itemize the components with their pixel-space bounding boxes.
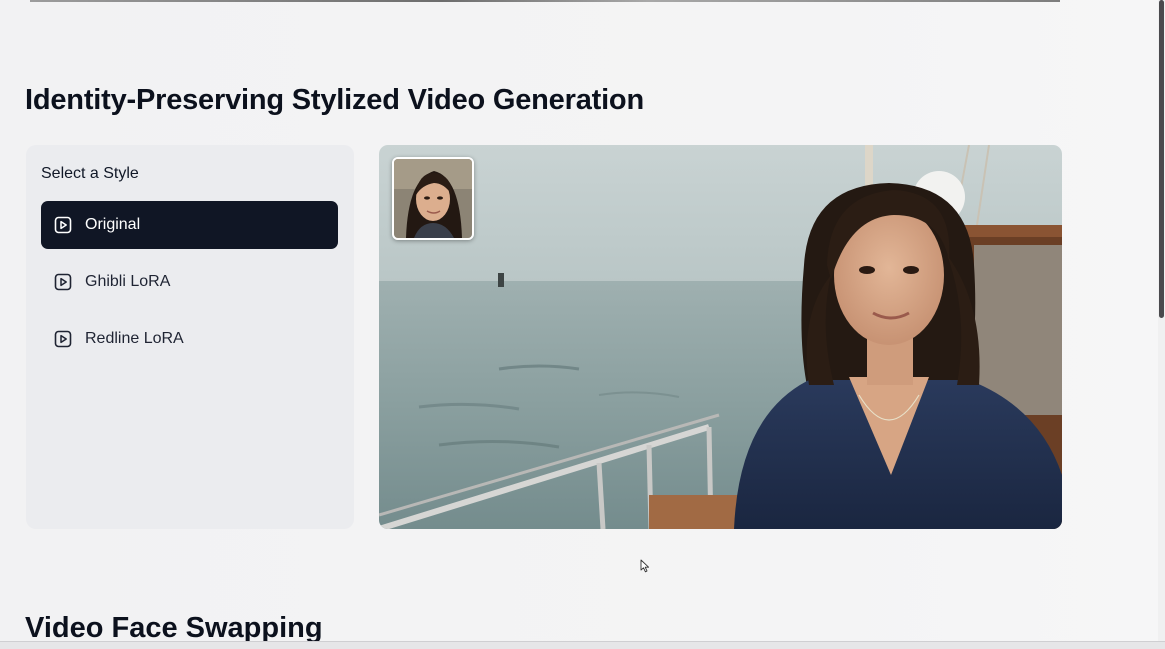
style-option-ghibli-lora[interactable]: Ghibli LoRA: [41, 258, 338, 306]
style-option-original[interactable]: Original: [41, 201, 338, 249]
reference-face-thumbnail: [392, 157, 474, 240]
video-player[interactable]: [379, 145, 1062, 529]
style-option-redline-lora[interactable]: Redline LoRA: [41, 315, 338, 363]
style-option-label: Original: [85, 216, 141, 233]
bottom-taskbar-edge: [0, 641, 1165, 649]
reference-face-image: [394, 159, 472, 238]
play-square-icon: [54, 330, 72, 348]
play-square-icon: [54, 273, 72, 291]
page-scrollbar[interactable]: [1158, 0, 1165, 641]
previous-video-bottom-edge: [30, 0, 1060, 2]
style-option-label: Redline LoRA: [85, 330, 184, 347]
page: Identity-Preserving Stylized Video Gener…: [0, 0, 1165, 649]
style-option-label: Ghibli LoRA: [85, 273, 171, 290]
scrollbar-thumb[interactable]: [1159, 0, 1164, 318]
video-frame-image: [379, 145, 1062, 529]
style-panel-heading: Select a Style: [41, 165, 139, 182]
style-selector-panel: Select a Style Original Ghibli LoRA Redl…: [26, 145, 354, 529]
mouse-cursor-icon: [640, 559, 650, 573]
section-title: Identity-Preserving Stylized Video Gener…: [25, 84, 644, 116]
play-square-icon: [54, 216, 72, 234]
